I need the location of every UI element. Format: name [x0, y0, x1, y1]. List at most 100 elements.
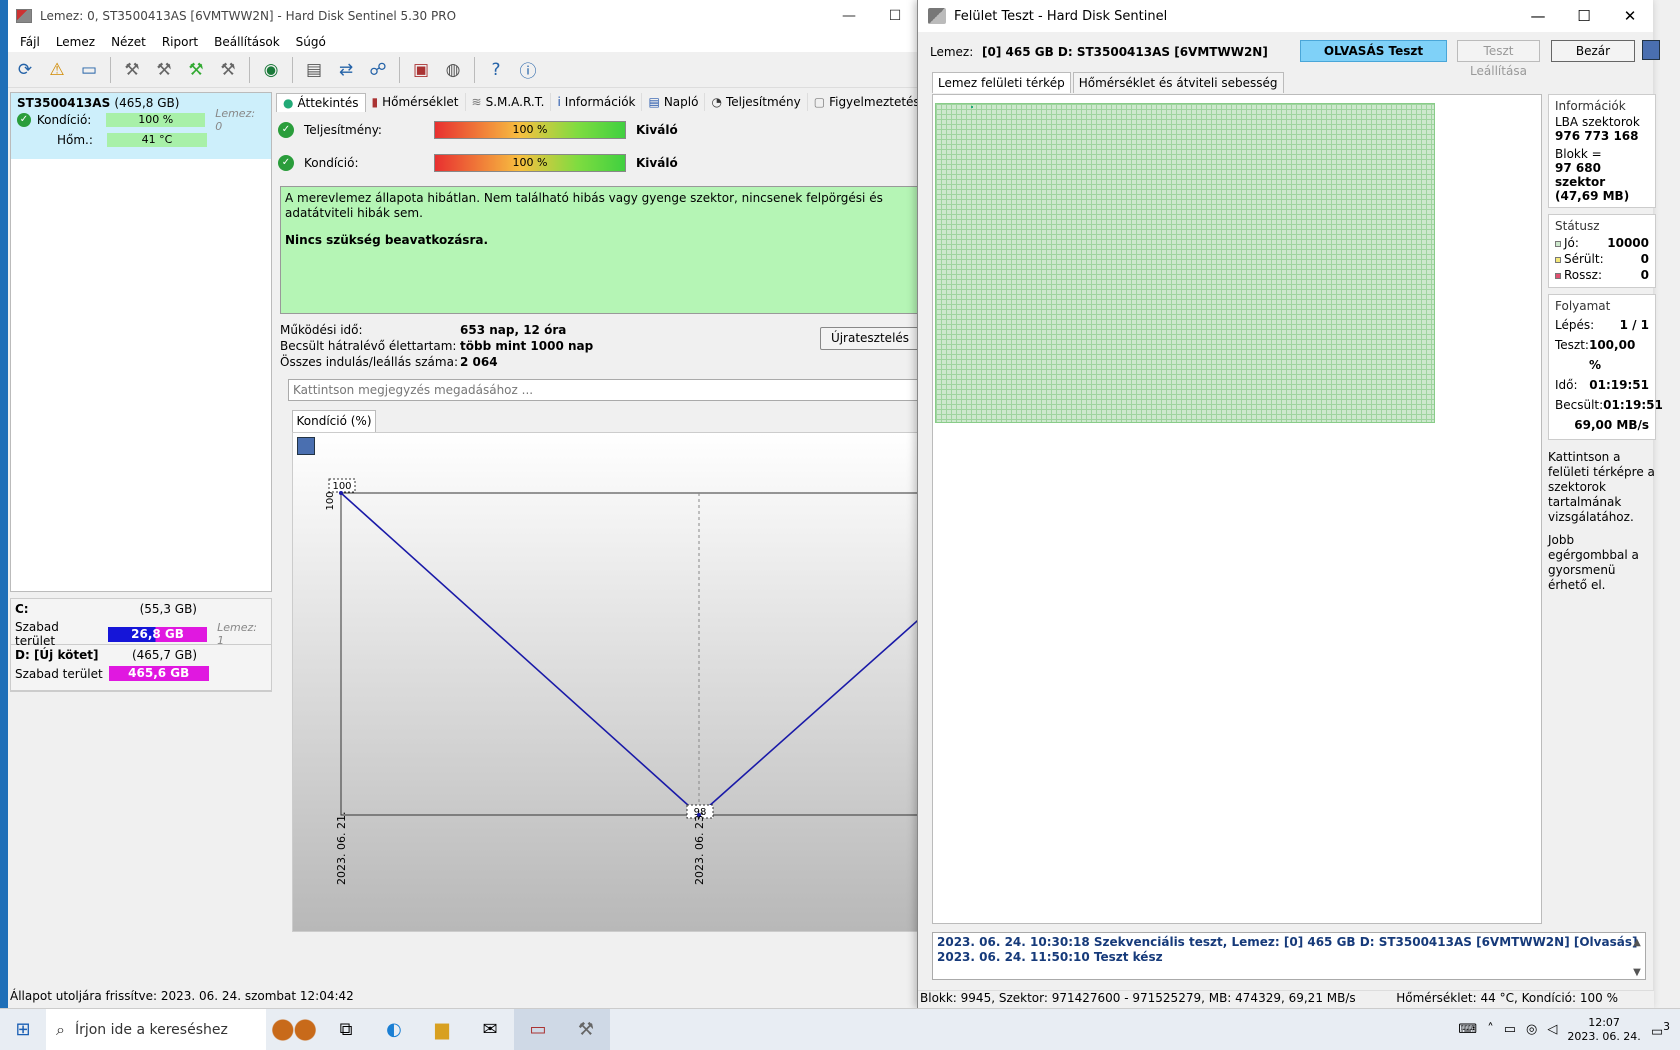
main-tabs: ● Áttekintés ▮ Hőmérséklet ≋ S.M.A.R.T. i In…	[276, 90, 927, 114]
status-group: Státusz Jó: 10000 Sérült: 0 Rossz: 0	[1548, 214, 1656, 288]
tab-information[interactable]: i Információk	[551, 93, 643, 111]
dialog-minimize-icon[interactable]: —	[1515, 7, 1561, 25]
condition-bar: 100 %	[106, 113, 206, 127]
condition-grad-bar: 100 %	[434, 154, 626, 172]
free-space-bar-d: 465,6 GB	[108, 666, 209, 681]
disk-index-tag: Lemez: 0	[215, 107, 256, 133]
chevron-up-icon[interactable]: ˄	[1487, 1022, 1494, 1037]
note-input[interactable]: Kattintson megjegyzés megadásához ...	[288, 379, 928, 401]
globe-icon[interactable]: ◉	[258, 57, 284, 83]
menu-settings[interactable]: Beállítások	[214, 35, 280, 49]
mail-icon[interactable]: ✉	[466, 1009, 514, 1050]
x-tick-label: 2023. 06. 23.	[693, 812, 706, 885]
read-test-button[interactable]: OLVASÁS Teszt	[1300, 40, 1447, 62]
map-position-marker	[971, 106, 973, 108]
dialog-close-icon[interactable]: ✕	[1607, 7, 1653, 25]
info-tab-icon: i	[557, 95, 561, 109]
help-icon[interactable]: ?	[483, 57, 509, 83]
network-icon[interactable]: ☍	[365, 57, 391, 83]
minimize-icon[interactable]: —	[826, 8, 872, 24]
warning-icon[interactable]: ⚠	[44, 57, 70, 83]
disk-icon[interactable]: ▭	[76, 57, 102, 83]
temp-bar: 41 °C	[107, 133, 207, 147]
condition-chart-area: Kondíció (%) 100981001002023. 06. 21.202…	[292, 410, 918, 955]
test-log[interactable]: 2023. 06. 24. 10:30:18 Szekvenciális tes…	[932, 932, 1646, 980]
volume-d[interactable]: D: [Új kötet] (465,7 GB) Szabad terület 4…	[11, 645, 271, 691]
dialog-title: Felület Teszt - Hard Disk Sentinel	[954, 8, 1168, 24]
test-icon[interactable]: ⚒	[119, 57, 145, 83]
hds-taskbar-icon[interactable]: ▭	[514, 1008, 562, 1050]
tab-log[interactable]: ▤ Napló	[642, 93, 706, 111]
sound-icon[interactable]: ◍	[440, 57, 466, 83]
tab-smart[interactable]: ≋ S.M.A.R.T.	[466, 93, 552, 111]
x-tick-label: 2023. 06. 21.	[335, 812, 348, 885]
log-scrollbar[interactable]: ▲ ▼	[1631, 935, 1643, 980]
log-line: 2023. 06. 24. 10:30:18 Szekvenciális tes…	[937, 935, 1638, 949]
surface-map-frame	[932, 94, 1542, 924]
tab-performance[interactable]: ◔ Teljesítmény	[705, 93, 808, 111]
info-group: Információk LBA szektorok 976 773 168 Bl…	[1548, 94, 1656, 208]
tab-overview[interactable]: ● Áttekintés	[276, 92, 366, 112]
edge-browser-icon[interactable]: ◐	[370, 1009, 418, 1050]
dialog-maximize-icon[interactable]: ☐	[1561, 7, 1607, 25]
sync-icon[interactable]: ⇄	[333, 57, 359, 83]
health-status-bold: Nincs szükség beavatkozásra.	[285, 233, 489, 247]
windows-start-icon[interactable]: ⊞	[0, 1019, 46, 1040]
notification-icon[interactable]: ▭3	[1651, 1020, 1670, 1039]
tab-surface-map[interactable]: Lemez felületi térkép	[932, 72, 1071, 93]
hds-tray-icon[interactable]: ▭	[1504, 1022, 1516, 1037]
progress-group: Folyamat Lépés: 1 / 1 Teszt: 100,00 % Idő:…	[1548, 294, 1663, 440]
task-view-icon[interactable]: ⧉	[322, 1009, 370, 1050]
toolbar: ⟳ ⚠ ▭ ⚒ ⚒ ⚒ ⚒ ◉ ▤ ⇄ ☍ ▣ ◍ ? ⓘ	[8, 52, 918, 88]
close-button[interactable]: Bezár	[1551, 40, 1635, 62]
taskbar-clock[interactable]: 12:07 2023. 06. 24.	[1567, 1016, 1640, 1044]
maximize-icon[interactable]: ☐	[872, 8, 918, 24]
taskbar: ⊞ ⌕ Írjon ide a kereséshez ⧉ ◐ ▆ ✉ ▭ ⚒ ⌨…	[0, 1008, 1680, 1050]
info-icon[interactable]: ⓘ	[515, 57, 541, 83]
plot-frame	[340, 492, 917, 816]
menu-file[interactable]: Fájl	[20, 35, 40, 49]
main-titlebar[interactable]: Lemez: 0, ST3500413AS [6VMTWW2N] - Hard …	[8, 0, 918, 32]
volume-icon[interactable]: ◁	[1547, 1022, 1557, 1037]
test2-icon[interactable]: ⚒	[151, 57, 177, 83]
retest-button[interactable]: Újratesztelés	[820, 327, 920, 350]
search-icon: ⌕	[56, 1019, 65, 1039]
condition-chart: 100981001002023. 06. 21.2023. 06. 23.202…	[325, 478, 917, 885]
keyboard-icon[interactable]: ⌨	[1458, 1022, 1477, 1037]
disk-entry[interactable]: ST3500413AS (465,8 GB) ✓ Kondíció: 100 %…	[11, 93, 271, 159]
taskbar-search[interactable]: ⌕ Írjon ide a kereséshez	[46, 1008, 266, 1050]
chart-tab-condition[interactable]: Kondíció (%)	[292, 410, 376, 432]
monitor-icon[interactable]: ▣	[408, 57, 434, 83]
smart-icon: ≋	[471, 95, 482, 109]
tab-temperature[interactable]: ▮ Hőmérséklet	[366, 93, 466, 111]
test3-icon[interactable]: ⚒	[183, 57, 209, 83]
volume-c[interactable]: C: (55,3 GB) Szabad terület 26,8 GB Lemez…	[11, 599, 271, 648]
test4-icon[interactable]: ⚒	[215, 57, 241, 83]
side-info-panel: Információk LBA szektorok 976 773 168 Bl…	[1548, 94, 1663, 597]
stop-test-button[interactable]: Teszt Leállítása	[1457, 40, 1540, 78]
damaged-legend-icon	[1555, 257, 1561, 263]
health-status-text: A merevlemez állapota hibátlan. Nem talá…	[285, 191, 883, 220]
network-tray-icon[interactable]: ◎	[1526, 1022, 1537, 1037]
report-icon[interactable]: ▤	[301, 57, 327, 83]
y-tick-label: 100	[325, 491, 336, 510]
surface-test-icon	[928, 8, 946, 24]
performance-row: ✓ Teljesítmény: 100 % Kiváló	[278, 121, 678, 139]
menu-disk[interactable]: Lemez	[56, 35, 95, 49]
file-explorer-icon[interactable]: ▆	[418, 1009, 466, 1050]
tab-warning[interactable]: ▢ Figyelmeztetés	[808, 93, 927, 111]
surface-map-grid[interactable]	[935, 103, 1435, 423]
surface-test-taskbar-icon[interactable]: ⚒	[562, 1008, 610, 1050]
refresh-icon[interactable]: ⟳	[12, 57, 38, 83]
menu-help[interactable]: Súgó	[296, 35, 326, 49]
map-hint-text: Kattintson a felületi térképre a szektor…	[1548, 450, 1655, 524]
save-icon[interactable]	[1642, 40, 1660, 60]
search-highlight-image	[266, 1011, 322, 1048]
menu-report[interactable]: Riport	[162, 35, 198, 49]
dialog-titlebar[interactable]: Felület Teszt - Hard Disk Sentinel — ☐ ✕	[918, 0, 1653, 32]
tab-temp-speed[interactable]: Hőmérséklet és átviteli sebesség	[1072, 72, 1284, 93]
condition-line	[340, 492, 917, 817]
menu-view[interactable]: Nézet	[111, 35, 146, 49]
ok-check-icon: ✓	[17, 113, 31, 127]
data-point	[339, 491, 343, 495]
